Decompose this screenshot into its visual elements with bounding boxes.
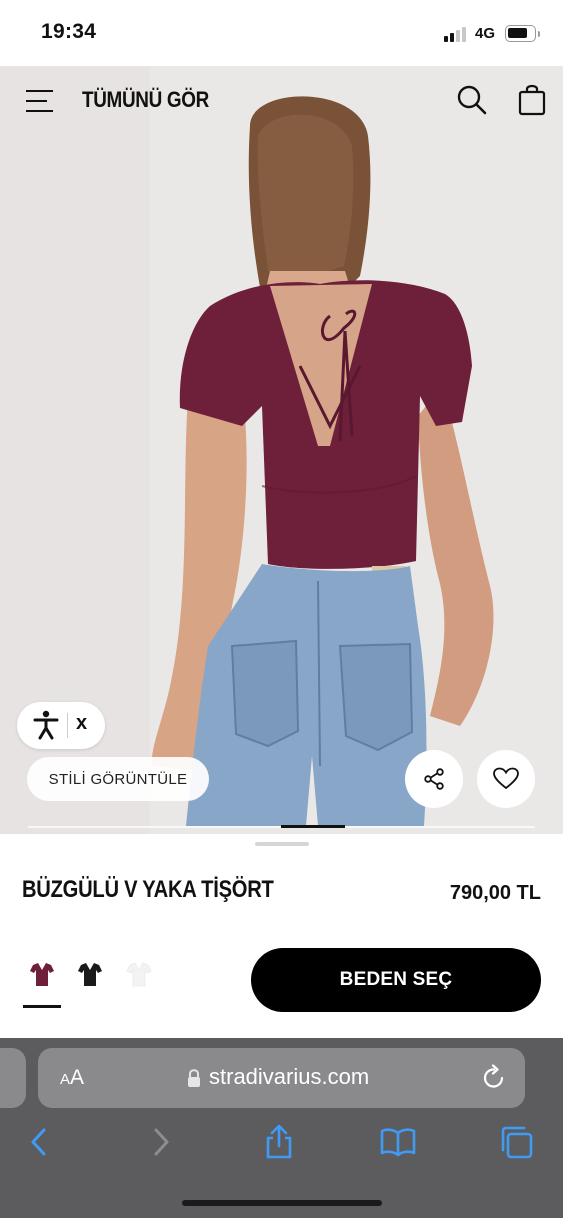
sheet-grabber[interactable]	[255, 842, 309, 846]
text-size-button[interactable]: AA	[60, 1066, 84, 1090]
share-button[interactable]	[405, 750, 463, 808]
accessibility-icon[interactable]	[33, 710, 59, 740]
network-type: 4G	[475, 25, 496, 42]
color-swatch-black[interactable]	[76, 962, 104, 988]
status-bar: 19:34 4G	[0, 0, 563, 66]
previous-tab-preview[interactable]	[0, 1048, 26, 1108]
favorite-button[interactable]	[477, 750, 535, 808]
product-name: BÜZGÜLÜ V YAKA TİŞÖRT	[22, 876, 274, 903]
color-swatch-burgundy[interactable]	[28, 962, 56, 988]
heart-icon	[493, 767, 519, 790]
menu-icon[interactable]	[26, 88, 53, 114]
accessibility-widget	[17, 702, 105, 749]
selected-swatch-underline	[23, 1005, 61, 1008]
view-style-button[interactable]: STİLİ GÖRÜNTÜLE	[27, 757, 209, 801]
home-indicator	[182, 1200, 382, 1206]
select-size-button[interactable]: BEDEN SEÇ	[251, 948, 541, 1012]
accessibility-close-button[interactable]: x	[76, 712, 87, 735]
share-icon	[424, 768, 444, 790]
search-icon[interactable]	[456, 84, 488, 116]
tabs-icon[interactable]	[499, 1124, 535, 1160]
url-text[interactable]: stradivarius.com	[209, 1064, 369, 1090]
share-icon[interactable]	[261, 1124, 297, 1160]
signal-strength-icon	[444, 26, 470, 42]
back-icon[interactable]	[22, 1124, 58, 1160]
divider	[67, 713, 68, 738]
color-swatch-white[interactable]	[125, 962, 153, 988]
battery-icon	[505, 25, 540, 42]
forward-icon[interactable]	[142, 1124, 178, 1160]
reload-icon[interactable]	[482, 1064, 506, 1090]
lock-icon	[187, 1068, 201, 1088]
image-carousel-indicator	[28, 825, 535, 828]
status-time: 19:34	[41, 20, 97, 43]
bookmarks-icon[interactable]	[380, 1124, 416, 1160]
product-price: 790,00 TL	[449, 882, 541, 904]
shopping-bag-icon[interactable]	[517, 84, 547, 116]
view-all-link[interactable]: TÜMÜNÜ GÖR	[82, 87, 209, 113]
